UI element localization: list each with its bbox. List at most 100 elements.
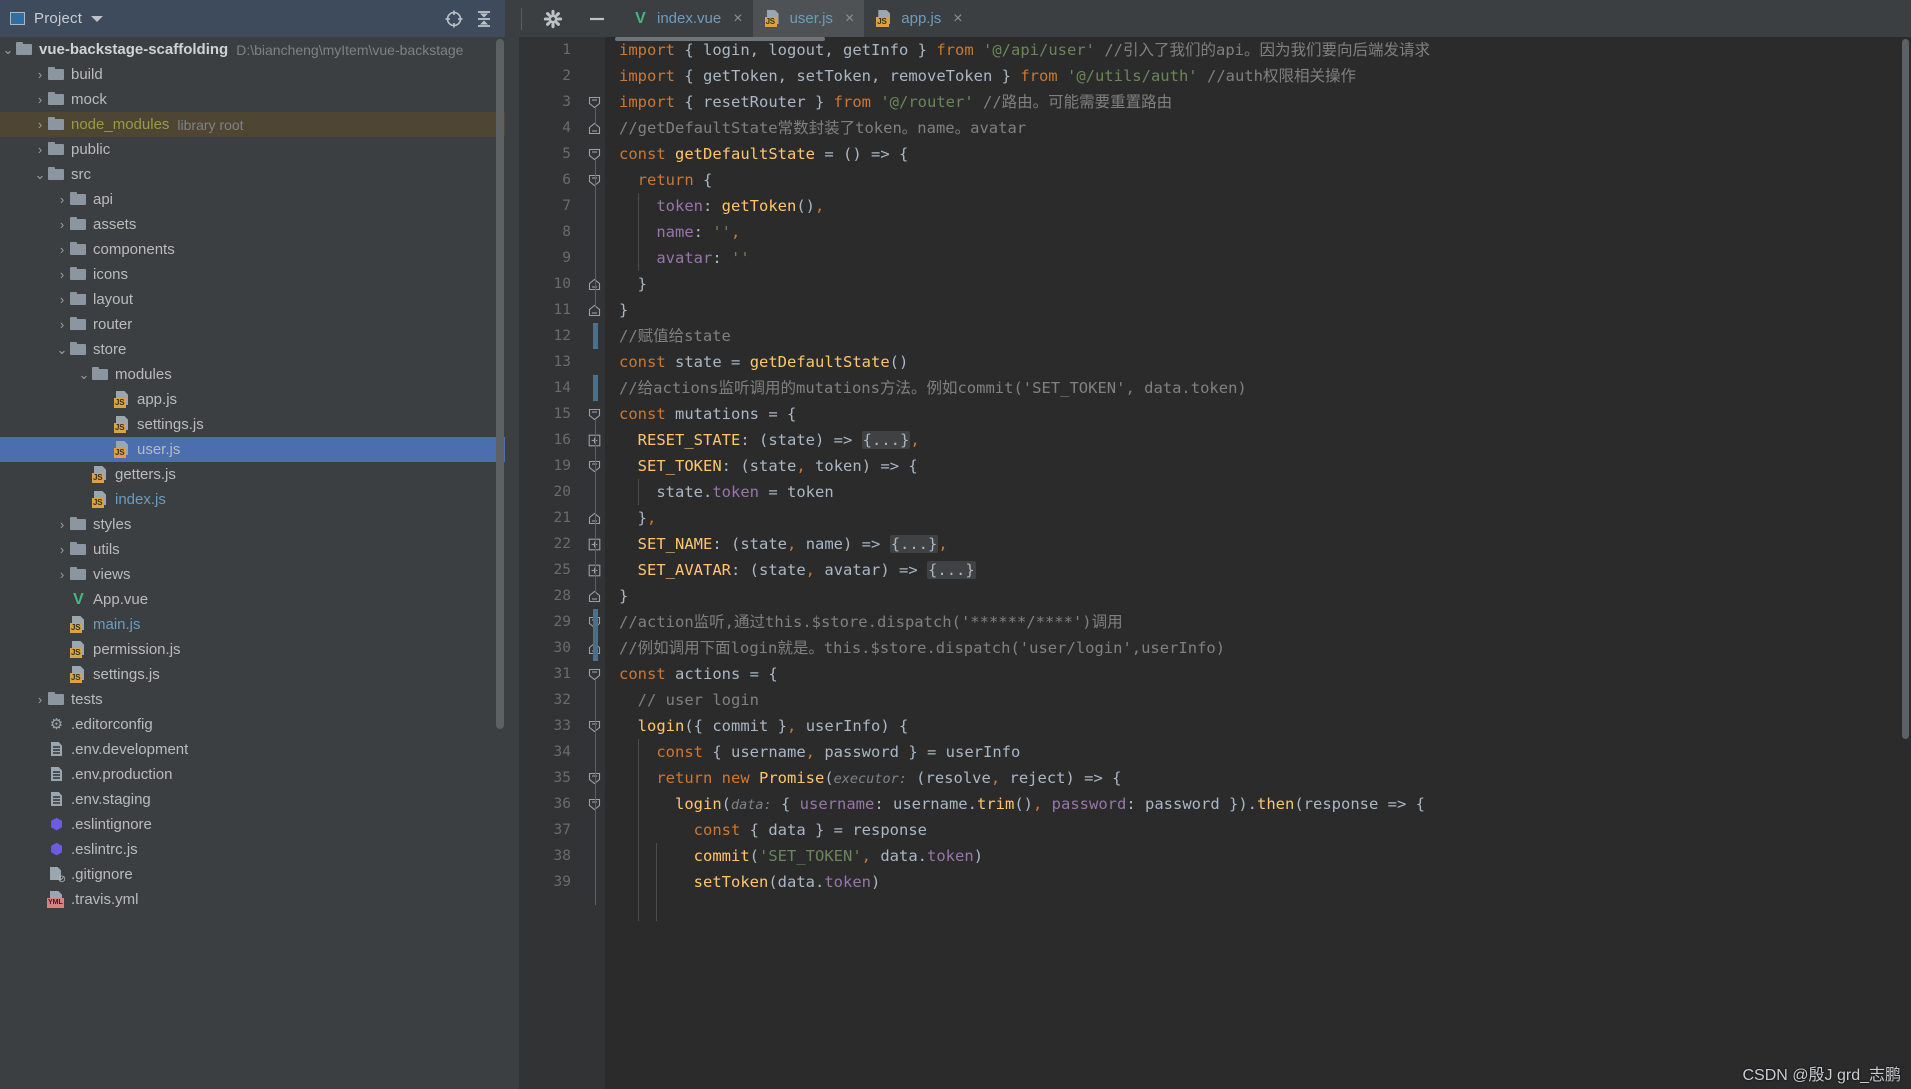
- tree-row[interactable]: ⌄ src: [0, 162, 505, 187]
- tree-scrollbar[interactable]: [496, 39, 504, 729]
- tree-row[interactable]: › layout: [0, 287, 505, 312]
- code-line[interactable]: //给actions监听调用的mutations方法。例如commit('SET…: [619, 375, 1911, 401]
- vertical-scrollbar[interactable]: [1902, 39, 1909, 739]
- chevron-right-icon[interactable]: ›: [54, 267, 70, 282]
- tree-row[interactable]: › components: [0, 237, 505, 262]
- chevron-down-icon[interactable]: ⌄: [54, 342, 70, 358]
- hide-icon[interactable]: [582, 4, 612, 34]
- tab-app-js[interactable]: app.js ×: [864, 0, 972, 37]
- chevron-right-icon[interactable]: ›: [32, 92, 48, 107]
- chevron-down-icon[interactable]: ⌄: [32, 167, 48, 183]
- chevron-expanded-icon[interactable]: ⌄: [0, 42, 16, 58]
- chevron-right-icon[interactable]: ›: [54, 317, 70, 332]
- vcs-change-marker[interactable]: [593, 375, 598, 401]
- tree-row[interactable]: › build: [0, 62, 505, 87]
- horizontal-scrollbar[interactable]: [615, 37, 825, 41]
- code-line[interactable]: return new Promise(executor: (resolve, r…: [619, 765, 1911, 791]
- tree-row[interactable]: › icons: [0, 262, 505, 287]
- close-icon[interactable]: ×: [845, 10, 854, 27]
- chevron-down-icon[interactable]: [91, 15, 104, 22]
- code-content[interactable]: import { login, logout, getInfo } from '…: [605, 37, 1911, 1089]
- vcs-change-marker[interactable]: [593, 323, 598, 349]
- code-line[interactable]: avatar: '': [619, 245, 1911, 271]
- code-line[interactable]: },: [619, 505, 1911, 531]
- code-line[interactable]: //例如调用下面login就是。this.$store.dispatch('us…: [619, 635, 1911, 661]
- code-line[interactable]: return {: [619, 167, 1911, 193]
- tree-row[interactable]: ›getters.js: [0, 462, 505, 487]
- tree-row[interactable]: ›permission.js: [0, 637, 505, 662]
- tree-row[interactable]: ⌄ store: [0, 337, 505, 362]
- tab-index-vue[interactable]: V index.vue ×: [620, 0, 753, 37]
- close-icon[interactable]: ×: [953, 10, 962, 27]
- chevron-right-icon[interactable]: ›: [54, 217, 70, 232]
- tree-row[interactable]: ›user.js: [0, 437, 505, 462]
- tree-row[interactable]: ›.env.development: [0, 737, 505, 762]
- tree-row[interactable]: › router: [0, 312, 505, 337]
- code-line[interactable]: login({ commit }, userInfo) {: [619, 713, 1911, 739]
- tree-row[interactable]: ›⬢.eslintrc.js: [0, 837, 505, 862]
- code-line[interactable]: SET_TOKEN: (state, token) => {: [619, 453, 1911, 479]
- tree-row[interactable]: ›⬢.eslintignore: [0, 812, 505, 837]
- chevron-right-icon[interactable]: ›: [54, 292, 70, 307]
- settings-icon[interactable]: [538, 4, 568, 34]
- code-editor[interactable]: 1 2 3 4 5 6 7 8 9 10 11 12 13 14 15 16 19 20 21 22 25 28 29 30 3…: [505, 37, 1911, 1089]
- code-line[interactable]: // user login: [619, 687, 1911, 713]
- tree-row[interactable]: › views: [0, 562, 505, 587]
- code-line[interactable]: token: getToken(),: [619, 193, 1911, 219]
- code-line[interactable]: import { resetRouter } from '@/router' /…: [619, 89, 1911, 115]
- code-line[interactable]: //getDefaultState常数封装了token。name。avatar: [619, 115, 1911, 141]
- chevron-right-icon[interactable]: ›: [54, 517, 70, 532]
- tree-row[interactable]: ›.env.production: [0, 762, 505, 787]
- code-line[interactable]: state.token = token: [619, 479, 1911, 505]
- tree-row[interactable]: ›settings.js: [0, 412, 505, 437]
- code-line[interactable]: const { username, password } = userInfo: [619, 739, 1911, 765]
- tree-row[interactable]: › mock: [0, 87, 505, 112]
- tree-row[interactable]: ⌄ modules: [0, 362, 505, 387]
- code-line[interactable]: commit('SET_TOKEN', data.token): [619, 843, 1911, 869]
- tree-row[interactable]: › public: [0, 137, 505, 162]
- tab-user-js[interactable]: user.js ×: [752, 0, 865, 37]
- tree-row[interactable]: ›app.js: [0, 387, 505, 412]
- tree-row[interactable]: ›VApp.vue: [0, 587, 505, 612]
- code-line[interactable]: import { getToken, setToken, removeToken…: [619, 63, 1911, 89]
- tree-row[interactable]: › assets: [0, 212, 505, 237]
- code-line[interactable]: const state = getDefaultState(): [619, 349, 1911, 375]
- tree-row[interactable]: ›settings.js: [0, 662, 505, 687]
- code-line[interactable]: }: [619, 297, 1911, 323]
- tree-row[interactable]: ›main.js: [0, 612, 505, 637]
- code-line[interactable]: }: [619, 583, 1911, 609]
- chevron-right-icon[interactable]: ›: [54, 242, 70, 257]
- tree-row[interactable]: › api: [0, 187, 505, 212]
- code-line[interactable]: setToken(data.token): [619, 869, 1911, 895]
- chevron-right-icon[interactable]: ›: [54, 192, 70, 207]
- chevron-right-icon[interactable]: ›: [32, 692, 48, 707]
- tree-row[interactable]: ›.gitignore: [0, 862, 505, 887]
- close-icon[interactable]: ×: [733, 10, 742, 27]
- chevron-down-icon[interactable]: ⌄: [76, 367, 92, 383]
- tree-row[interactable]: › node_modules library root: [0, 112, 505, 137]
- chevron-right-icon[interactable]: ›: [54, 542, 70, 557]
- code-line[interactable]: }: [619, 271, 1911, 297]
- code-line[interactable]: const mutations = {: [619, 401, 1911, 427]
- code-line[interactable]: const getDefaultState = () => {: [619, 141, 1911, 167]
- tree-row[interactable]: › utils: [0, 537, 505, 562]
- tree-row[interactable]: ›.travis.yml: [0, 887, 505, 912]
- tree-row[interactable]: › styles: [0, 512, 505, 537]
- tree-row-root[interactable]: ⌄ vue-backstage-scaffolding D:\biancheng…: [0, 37, 505, 62]
- code-line[interactable]: //action监听,通过this.$store.dispatch('*****…: [619, 609, 1911, 635]
- project-tree-panel[interactable]: ⌄ vue-backstage-scaffolding D:\biancheng…: [0, 37, 505, 1089]
- tree-row[interactable]: ›.env.staging: [0, 787, 505, 812]
- locate-icon[interactable]: [439, 4, 469, 34]
- tree-row[interactable]: › tests: [0, 687, 505, 712]
- chevron-right-icon[interactable]: ›: [32, 117, 48, 132]
- code-line[interactable]: login(data: { username: username.trim(),…: [619, 791, 1911, 817]
- code-line[interactable]: //赋值给state: [619, 323, 1911, 349]
- code-line[interactable]: const { data } = response: [619, 817, 1911, 843]
- code-line[interactable]: SET_AVATAR: (state, avatar) => {...}: [619, 557, 1911, 583]
- chevron-right-icon[interactable]: ›: [32, 67, 48, 82]
- code-line[interactable]: SET_NAME: (state, name) => {...},: [619, 531, 1911, 557]
- code-line[interactable]: name: '',: [619, 219, 1911, 245]
- tree-row[interactable]: ›index.js: [0, 487, 505, 512]
- collapse-all-icon[interactable]: [469, 4, 499, 34]
- editor-gutter[interactable]: 1 2 3 4 5 6 7 8 9 10 11 12 13 14 15 16 19 20 21 22 25 28 29 30 3…: [505, 37, 605, 1089]
